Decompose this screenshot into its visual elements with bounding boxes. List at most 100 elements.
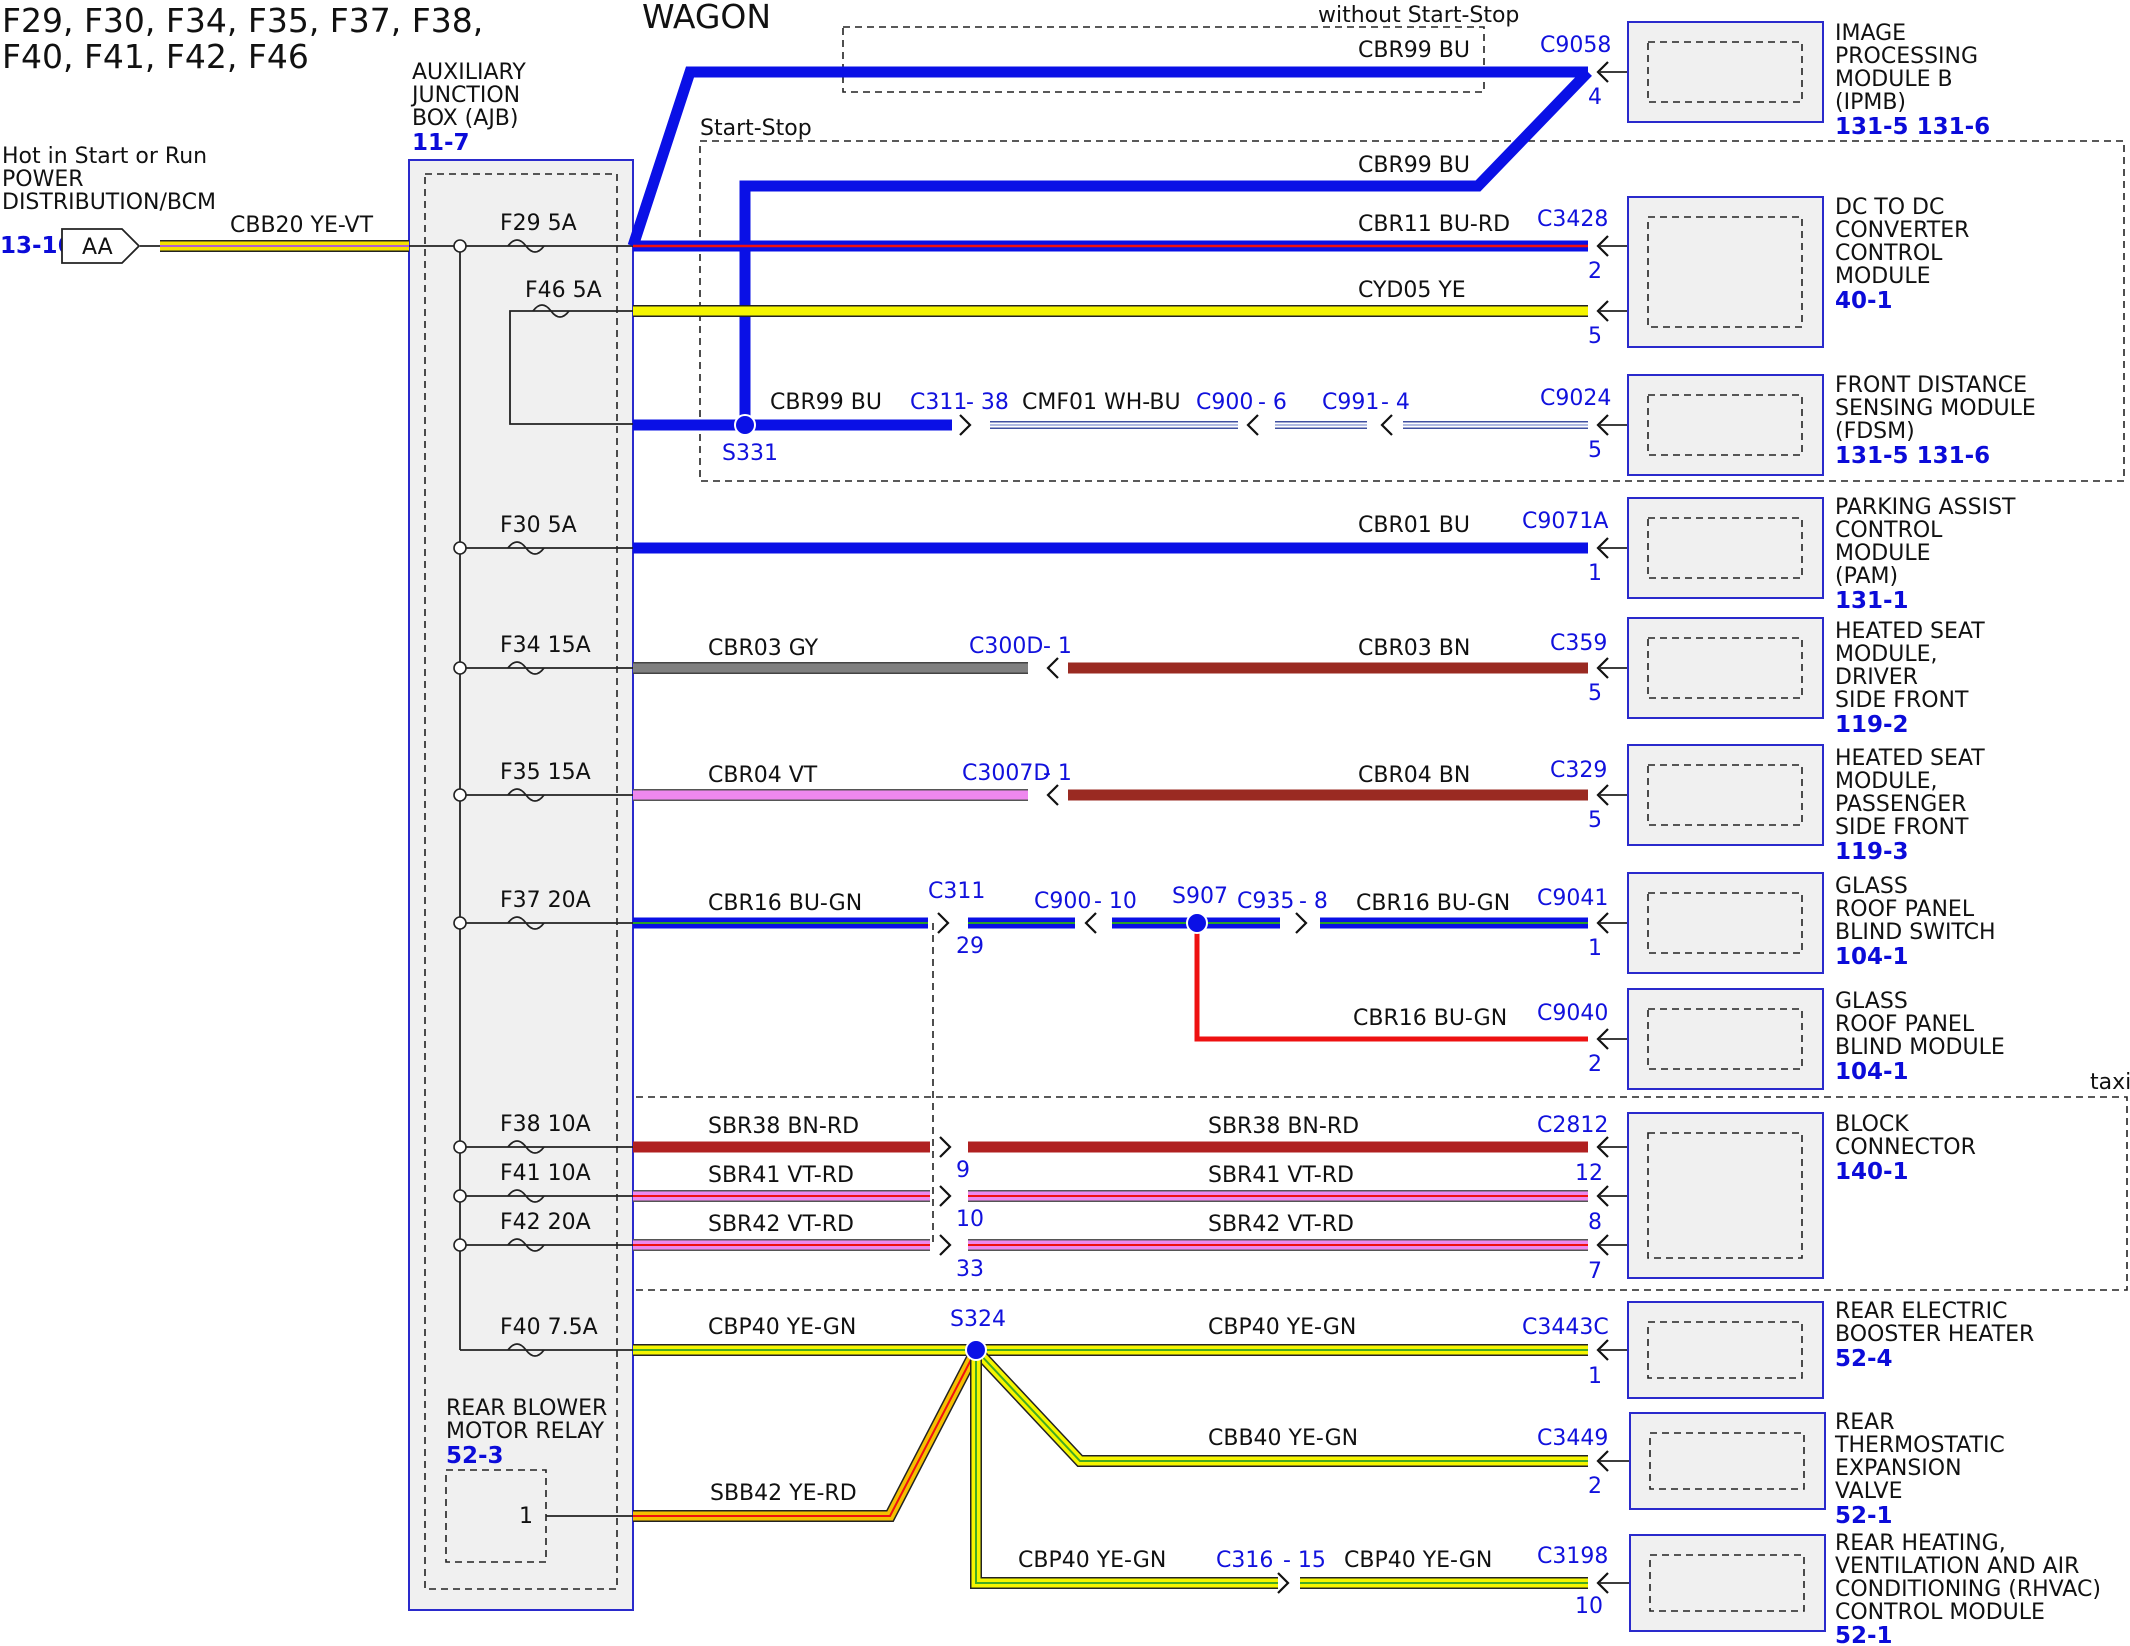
connector-c311-38[interactable]: C311: [910, 390, 967, 415]
svg-text:CONTROL MODULE: CONTROL MODULE: [1835, 1600, 2045, 1625]
module-box-grm[interactable]: [1627, 988, 1824, 1090]
wiring-diagram: F29, F30, F34, F35, F37, F38, F40, F41, …: [0, 0, 2130, 1646]
splice-s324[interactable]: [965, 1339, 987, 1361]
connector-c3449-pin: 2: [1588, 1474, 1602, 1499]
svg-text:GLASS: GLASS: [1835, 989, 1908, 1014]
circuit-sbr42-b: SBR42 VT-RD: [1208, 1212, 1354, 1237]
module-label-grm: GLASS ROOF PANEL BLIND MODULE 104-1: [1835, 989, 2005, 1085]
module-box-grs[interactable]: [1627, 872, 1824, 974]
splice-s907[interactable]: [1186, 912, 1208, 934]
connector-c9040[interactable]: C9040: [1537, 1001, 1608, 1026]
connector-c3007d[interactable]: C3007D: [962, 761, 1050, 786]
module-rtev-ref[interactable]: 52-1: [1835, 1503, 1893, 1529]
connector-c359[interactable]: C359: [1550, 631, 1607, 656]
splice-s331-label: S331: [722, 441, 778, 466]
circuit-cbr03-bn: CBR03 BN: [1358, 636, 1470, 661]
module-box-ipmb[interactable]: [1627, 21, 1824, 123]
svg-text:VENTILATION AND AIR: VENTILATION AND AIR: [1835, 1554, 2079, 1579]
connector-c9058-pin: 4: [1588, 85, 1602, 110]
connector-c311-38-pin: - 38: [966, 390, 1009, 415]
circuit-cbr04-bn: CBR04 BN: [1358, 763, 1470, 788]
module-grm-ref[interactable]: 104-1: [1835, 1059, 1909, 1085]
circuit-sbr38-b: SBR38 BN-RD: [1208, 1114, 1359, 1139]
module-box-pam[interactable]: [1627, 497, 1824, 599]
svg-text:ROOF PANEL: ROOF PANEL: [1835, 1012, 1975, 1037]
connector-c3443c-pin: 1: [1588, 1364, 1602, 1389]
connector-c311-pin: 29: [956, 934, 984, 959]
module-ipmb-ref[interactable]: 131-5 131-6: [1835, 114, 1990, 140]
ajb-page-ref[interactable]: 11-7: [412, 130, 470, 156]
relay-label-1: REAR BLOWER: [446, 1396, 607, 1421]
fuse-f46: F46 5A: [525, 278, 602, 303]
connector-c9071a[interactable]: C9071A: [1522, 509, 1608, 534]
connector-c900-6[interactable]: C900: [1196, 390, 1253, 415]
module-dcdc-ref[interactable]: 40-1: [1835, 288, 1893, 314]
connector-c3449[interactable]: C3449: [1537, 1426, 1608, 1451]
connector-c3428-pin-a: 2: [1588, 259, 1602, 284]
circuit-cbb40: CBB40 YE-GN: [1208, 1426, 1358, 1451]
svg-text:PROCESSING: PROCESSING: [1835, 44, 1978, 69]
connector-c935[interactable]: C935: [1237, 889, 1294, 914]
connector-c3443c[interactable]: C3443C: [1522, 1315, 1609, 1340]
svg-text:THERMOSTATIC: THERMOSTATIC: [1834, 1433, 2005, 1458]
circuit-cbr03-gy: CBR03 GY: [708, 636, 819, 661]
connector-c300d[interactable]: C300D: [969, 634, 1043, 659]
connector-c2812-pin-b: 8: [1588, 1210, 1602, 1235]
region-without-start-stop-label: without Start-Stop: [1318, 3, 1519, 28]
connector-c9041[interactable]: C9041: [1537, 886, 1608, 911]
module-label-pam: PARKING ASSIST CONTROL MODULE (PAM) 131-…: [1835, 495, 2016, 614]
ajb-box: [408, 159, 634, 1611]
ajb-label-1: AUXILIARY: [412, 60, 526, 85]
module-grs-ref[interactable]: 104-1: [1835, 944, 1909, 970]
module-box-hsd[interactable]: [1627, 617, 1824, 719]
module-box-dcdc[interactable]: [1627, 196, 1824, 348]
connector-c3198[interactable]: C3198: [1537, 1544, 1608, 1569]
region-start-stop-label: Start-Stop: [700, 116, 812, 141]
svg-text:VALVE: VALVE: [1835, 1479, 1902, 1504]
connector-c311[interactable]: C311: [928, 879, 985, 904]
module-pam-ref[interactable]: 131-1: [1835, 588, 1909, 614]
svg-text:DC TO DC: DC TO DC: [1835, 195, 1944, 220]
circuit-cbb20-label: CBB20 YE-VT: [230, 213, 374, 238]
connector-c9024[interactable]: C9024: [1540, 386, 1611, 411]
connector-c2812[interactable]: C2812: [1537, 1113, 1608, 1138]
svg-text:CONTROL: CONTROL: [1835, 518, 1943, 543]
connector-c900-10[interactable]: C900: [1034, 889, 1091, 914]
fuse-f34: F34 15A: [500, 633, 591, 658]
module-hsp-ref[interactable]: 119-3: [1835, 839, 1909, 865]
relay-page-ref[interactable]: 52-3: [446, 1443, 504, 1469]
connector-c9071a-pin: 1: [1588, 561, 1602, 586]
ajb-label-2: JUNCTION: [410, 83, 520, 108]
ajb-label-3: BOX (AJB): [412, 106, 518, 131]
module-box-hsp[interactable]: [1627, 744, 1824, 846]
connector-c329[interactable]: C329: [1550, 758, 1607, 783]
module-hsd-ref[interactable]: 119-2: [1835, 712, 1909, 738]
connector-c991-4[interactable]: C991: [1322, 390, 1379, 415]
connector-c935-pin: - 8: [1299, 889, 1328, 914]
module-box-fdsm[interactable]: [1627, 374, 1824, 476]
svg-text:(IPMB): (IPMB): [1835, 90, 1906, 115]
connector-c3428[interactable]: C3428: [1537, 207, 1608, 232]
module-label-grs: GLASS ROOF PANEL BLIND SWITCH 104-1: [1835, 874, 1996, 970]
module-box-rtev[interactable]: [1629, 1412, 1826, 1510]
connector-c316[interactable]: C316: [1216, 1548, 1273, 1573]
splice-s331[interactable]: [734, 414, 756, 436]
module-blk-ref[interactable]: 140-1: [1835, 1159, 1909, 1185]
module-fdsm-ref[interactable]: 131-5 131-6: [1835, 443, 1990, 469]
connector-c9058[interactable]: C9058: [1540, 33, 1611, 58]
connector-c900-6-pin: - 6: [1258, 390, 1287, 415]
region-taxi-label: taxi: [2090, 1070, 2130, 1095]
module-rebh-ref[interactable]: 52-4: [1835, 1346, 1893, 1372]
module-rhvac-ref[interactable]: 52-1: [1835, 1623, 1893, 1646]
module-box-blk[interactable]: [1627, 1112, 1824, 1279]
module-box-rhvac[interactable]: [1629, 1534, 1826, 1632]
svg-text:ROOF PANEL: ROOF PANEL: [1835, 897, 1975, 922]
svg-text:MODULE: MODULE: [1835, 541, 1931, 566]
svg-text:BOOSTER HEATER: BOOSTER HEATER: [1835, 1322, 2034, 1347]
module-box-rebh[interactable]: [1627, 1301, 1824, 1399]
fuse-f37: F37 20A: [500, 888, 591, 913]
relay-label-2: MOTOR RELAY: [446, 1419, 605, 1444]
connector-c311-pin-33: 33: [956, 1257, 984, 1282]
module-label-dcdc: DC TO DC CONVERTER CONTROL MODULE 40-1: [1835, 195, 1969, 314]
svg-text:BLIND SWITCH: BLIND SWITCH: [1835, 920, 1996, 945]
